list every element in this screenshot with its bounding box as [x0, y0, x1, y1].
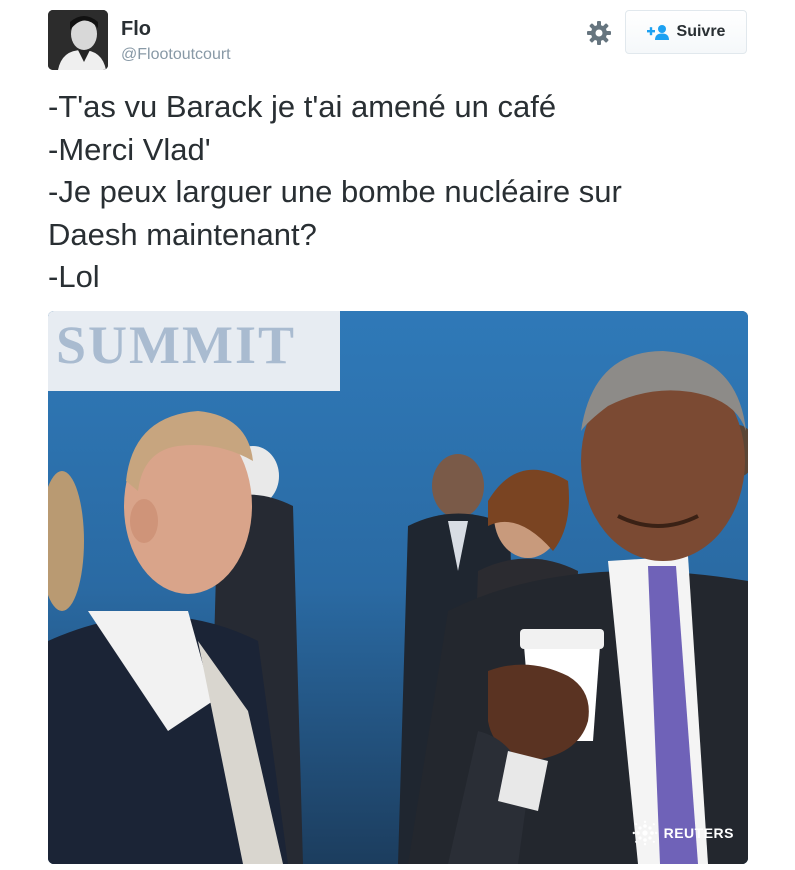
- avatar-photo: [48, 10, 108, 70]
- user-name[interactable]: Flo: [121, 18, 151, 41]
- avatar[interactable]: [48, 10, 108, 70]
- tweet-line: Daesh maintenant?: [48, 216, 317, 252]
- tweet-line: -Je peux larguer une bombe nucléaire sur: [48, 174, 622, 209]
- tweet-line: -T'as vu Barack je t'ai amené un café: [48, 89, 557, 124]
- banner-text: SUMMIT: [56, 315, 296, 375]
- tweet-line: -Lol: [48, 259, 100, 294]
- photo-credit: REUTERS: [632, 820, 734, 846]
- gear-icon[interactable]: [586, 20, 612, 46]
- user-handle[interactable]: @Flootoutcourt: [121, 46, 231, 64]
- reuters-logo-icon: [632, 820, 657, 846]
- tweet-line: -Merci Vlad': [48, 131, 211, 167]
- photo-credit-label: REUTERS: [663, 825, 734, 841]
- tweet-text: -T'as vu Barack je t'ai amené un café -M…: [48, 86, 748, 299]
- follow-label: Suivre: [676, 23, 726, 40]
- add-user-icon: [646, 25, 669, 40]
- follow-button[interactable]: Suivre: [625, 10, 747, 54]
- tweet-photo[interactable]: SUMMIT REUTERS: [48, 311, 748, 864]
